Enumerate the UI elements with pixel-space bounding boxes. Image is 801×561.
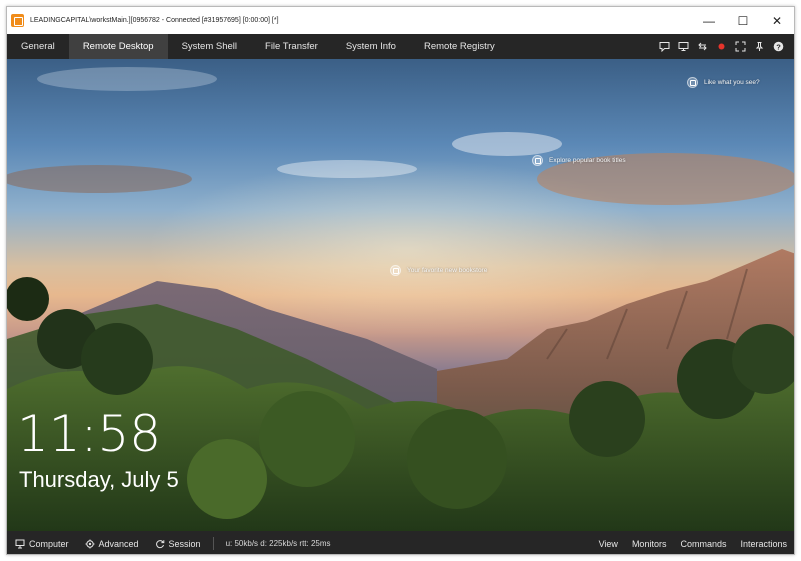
svg-text:?: ?	[776, 42, 781, 51]
hotspot-text: Your favorite new bookstore	[407, 267, 488, 274]
lock-screen-time: 11:58	[17, 405, 162, 463]
tab-bar: General Remote Desktop System Shell File…	[7, 34, 794, 59]
commands-menu[interactable]: Commands	[673, 539, 733, 549]
hotspot-text: Like what you see?	[704, 79, 760, 86]
maximize-button[interactable]: ☐	[726, 7, 760, 34]
session-label: Session	[168, 538, 201, 549]
help-icon[interactable]: ?	[769, 34, 788, 59]
session-window: LEADINGCAPITAL\workstMain.][0956782 - Co…	[6, 6, 795, 555]
session-icon	[155, 539, 164, 548]
camera-icon	[390, 265, 401, 276]
minimize-button[interactable]: —	[692, 7, 726, 34]
session-button[interactable]: Session	[147, 539, 209, 549]
lock-screen-date: Thursday, July 5	[19, 467, 179, 492]
spotlight-hotspot[interactable]: Your favorite new bookstore	[390, 265, 487, 276]
tab-remote-registry[interactable]: Remote Registry	[410, 34, 509, 59]
app-logo-icon	[11, 14, 24, 27]
monitors-menu[interactable]: Monitors	[625, 539, 674, 549]
camera-icon	[687, 77, 698, 88]
view-menu[interactable]: View	[592, 539, 625, 549]
record-icon[interactable]	[712, 34, 731, 59]
pin-icon[interactable]	[750, 34, 769, 59]
advanced-label: Advanced	[98, 538, 139, 549]
computer-label: Computer	[29, 538, 69, 549]
title-bar: LEADINGCAPITAL\workstMain.][0956782 - Co…	[7, 7, 794, 34]
display-icon[interactable]	[674, 34, 693, 59]
window-controls: — ☐ ✕	[692, 7, 794, 34]
computer-icon	[15, 539, 25, 548]
connection-stats: u: 50kb/s d: 225kb/s rtt: 25ms	[225, 539, 331, 548]
camera-icon	[532, 155, 543, 166]
tab-system-info[interactable]: System Info	[332, 34, 410, 59]
fit-icon[interactable]	[731, 34, 750, 59]
tab-remote-desktop[interactable]: Remote Desktop	[68, 34, 168, 59]
status-menu: View Monitors Commands Interactions	[592, 539, 794, 549]
interactions-menu[interactable]: Interactions	[733, 539, 794, 549]
tab-system-shell[interactable]: System Shell	[168, 34, 251, 59]
spotlight-hotspot[interactable]: Explore popular book titles	[532, 155, 626, 166]
swap-icon[interactable]	[693, 34, 712, 59]
window-title: LEADINGCAPITAL\workstMain.][0956782 - Co…	[30, 17, 279, 24]
tab-general[interactable]: General	[7, 34, 69, 59]
computer-button[interactable]: Computer	[7, 539, 77, 549]
status-bar: Computer Advanced Session u: 50kb/s d: 2…	[7, 531, 794, 554]
tab-file-transfer[interactable]: File Transfer	[251, 34, 332, 59]
hotspot-text: Explore popular book titles	[549, 157, 626, 164]
remote-desktop-view[interactable]: Like what you see? Explore popular book …	[7, 59, 794, 531]
status-divider	[212, 537, 214, 550]
toolbar-icons: ?	[655, 34, 794, 59]
chat-icon[interactable]	[655, 34, 674, 59]
advanced-button[interactable]: Advanced	[77, 539, 147, 549]
close-button[interactable]: ✕	[760, 7, 794, 34]
spotlight-hotspot[interactable]: Like what you see?	[687, 77, 760, 88]
gear-icon	[85, 539, 95, 548]
